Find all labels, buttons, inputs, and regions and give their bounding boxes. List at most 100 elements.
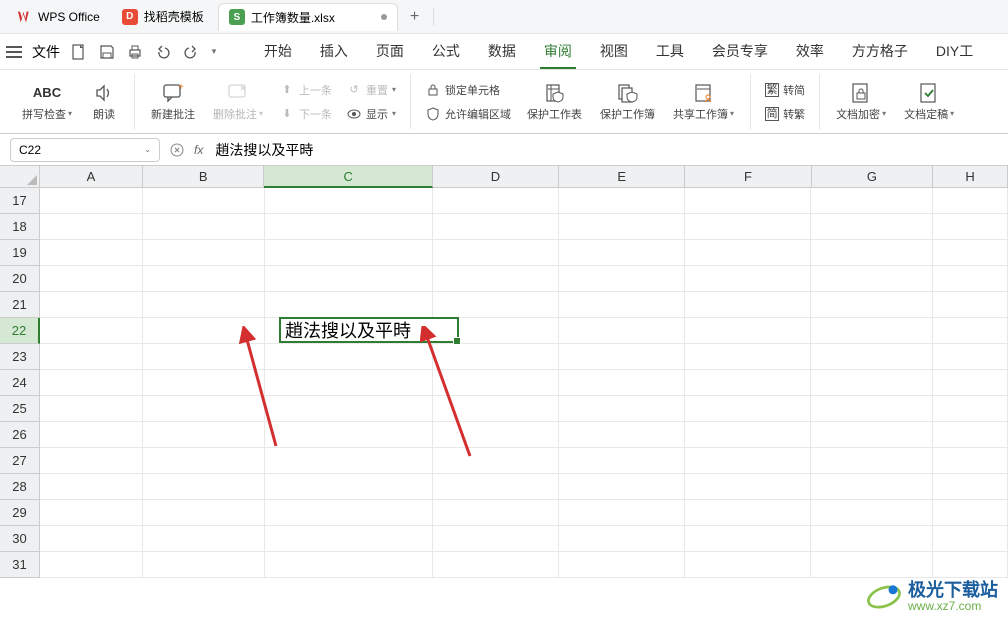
cell-D27[interactable] (433, 448, 559, 474)
formula-input[interactable] (213, 140, 998, 160)
cell-E18[interactable] (559, 214, 685, 240)
cell-F18[interactable] (685, 214, 811, 240)
allow-edit-button[interactable]: 允许编辑区域 (421, 104, 515, 124)
hamburger-icon[interactable] (6, 46, 22, 58)
cell-F25[interactable] (685, 396, 811, 422)
cell-D30[interactable] (433, 526, 559, 552)
cell-E31[interactable] (559, 552, 685, 578)
cell-G28[interactable] (811, 474, 933, 500)
row-header-28[interactable]: 28 (0, 474, 40, 500)
finalize-button[interactable]: 文档定稿▾ (898, 80, 960, 124)
show-comment-button[interactable]: 显示▾ (342, 104, 400, 124)
cell-G27[interactable] (811, 448, 933, 474)
cell-A25[interactable] (40, 396, 143, 422)
cell-H24[interactable] (933, 370, 1008, 396)
cell-A22[interactable] (40, 318, 143, 344)
cell-E29[interactable] (559, 500, 685, 526)
menu-formula[interactable]: 公式 (428, 35, 464, 69)
cell-E23[interactable] (559, 344, 685, 370)
row-header-23[interactable]: 23 (0, 344, 40, 370)
lock-cell-button[interactable]: 锁定单元格 (421, 80, 515, 100)
cell-A21[interactable] (40, 292, 143, 318)
menu-member[interactable]: 会员专享 (708, 35, 772, 69)
cell-G30[interactable] (811, 526, 933, 552)
cell-H19[interactable] (933, 240, 1008, 266)
encrypt-button[interactable]: 文档加密▾ (830, 80, 892, 124)
cell-D17[interactable] (433, 188, 559, 214)
select-all-corner[interactable] (0, 166, 40, 188)
cell-B19[interactable] (143, 240, 265, 266)
cell-D31[interactable] (433, 552, 559, 578)
new-comment-button[interactable]: + 新建批注 (145, 80, 201, 124)
cell-B21[interactable] (143, 292, 265, 318)
row-header-17[interactable]: 17 (0, 188, 40, 214)
cell-C31[interactable] (265, 552, 433, 578)
cancel-formula-icon[interactable] (170, 143, 184, 157)
cell-H27[interactable] (933, 448, 1008, 474)
cell-G29[interactable] (811, 500, 933, 526)
cell-G25[interactable] (811, 396, 933, 422)
cell-F26[interactable] (685, 422, 811, 448)
cell-H21[interactable] (933, 292, 1008, 318)
column-header-H[interactable]: H (933, 166, 1008, 188)
menu-efficiency[interactable]: 效率 (792, 35, 828, 69)
cell-A17[interactable] (40, 188, 143, 214)
cell-E27[interactable] (559, 448, 685, 474)
cell-D29[interactable] (433, 500, 559, 526)
cell-B23[interactable] (143, 344, 265, 370)
row-header-18[interactable]: 18 (0, 214, 40, 240)
row-header-19[interactable]: 19 (0, 240, 40, 266)
row-header-30[interactable]: 30 (0, 526, 40, 552)
protect-book-button[interactable]: 保护工作簿 (594, 80, 661, 124)
cell-C24[interactable] (265, 370, 433, 396)
cell-B20[interactable] (143, 266, 265, 292)
cell-H20[interactable] (933, 266, 1008, 292)
new-icon[interactable] (70, 43, 88, 61)
column-header-C[interactable]: C (264, 166, 432, 188)
undo-icon[interactable] (154, 43, 172, 61)
cell-E28[interactable] (559, 474, 685, 500)
print-icon[interactable] (126, 43, 144, 61)
cell-B24[interactable] (143, 370, 265, 396)
row-header-26[interactable]: 26 (0, 422, 40, 448)
menu-page[interactable]: 页面 (372, 35, 408, 69)
cell-H30[interactable] (933, 526, 1008, 552)
cell-H17[interactable] (933, 188, 1008, 214)
cell-H29[interactable] (933, 500, 1008, 526)
cell-D25[interactable] (433, 396, 559, 422)
row-header-20[interactable]: 20 (0, 266, 40, 292)
cell-B29[interactable] (143, 500, 265, 526)
cell-C17[interactable] (265, 188, 433, 214)
row-header-24[interactable]: 24 (0, 370, 40, 396)
cell-A18[interactable] (40, 214, 143, 240)
menu-insert[interactable]: 插入 (316, 35, 352, 69)
to-simplified-button[interactable]: 繁转简 (761, 80, 809, 100)
save-icon[interactable] (98, 43, 116, 61)
cell-D21[interactable] (433, 292, 559, 318)
cell-C29[interactable] (265, 500, 433, 526)
cell-D18[interactable] (433, 214, 559, 240)
cell-F23[interactable] (685, 344, 811, 370)
cell-G24[interactable] (811, 370, 933, 396)
cell-H23[interactable] (933, 344, 1008, 370)
prev-comment-button[interactable]: ⬆上一条 (275, 80, 336, 100)
cell-G22[interactable] (811, 318, 933, 344)
cell-F17[interactable] (685, 188, 811, 214)
cell-B30[interactable] (143, 526, 265, 552)
cell-E17[interactable] (559, 188, 685, 214)
column-header-G[interactable]: G (812, 166, 934, 188)
cell-A29[interactable] (40, 500, 143, 526)
cell-F21[interactable] (685, 292, 811, 318)
fx-icon[interactable]: fx (194, 143, 203, 157)
cell-D26[interactable] (433, 422, 559, 448)
cell-B27[interactable] (143, 448, 265, 474)
cell-C21[interactable] (265, 292, 433, 318)
cell-A27[interactable] (40, 448, 143, 474)
cell-E24[interactable] (559, 370, 685, 396)
cell-A19[interactable] (40, 240, 143, 266)
add-tab-button[interactable]: + (400, 8, 429, 26)
cell-F29[interactable] (685, 500, 811, 526)
cell-C23[interactable] (265, 344, 433, 370)
cell-C25[interactable] (265, 396, 433, 422)
cell-B22[interactable] (143, 318, 265, 344)
